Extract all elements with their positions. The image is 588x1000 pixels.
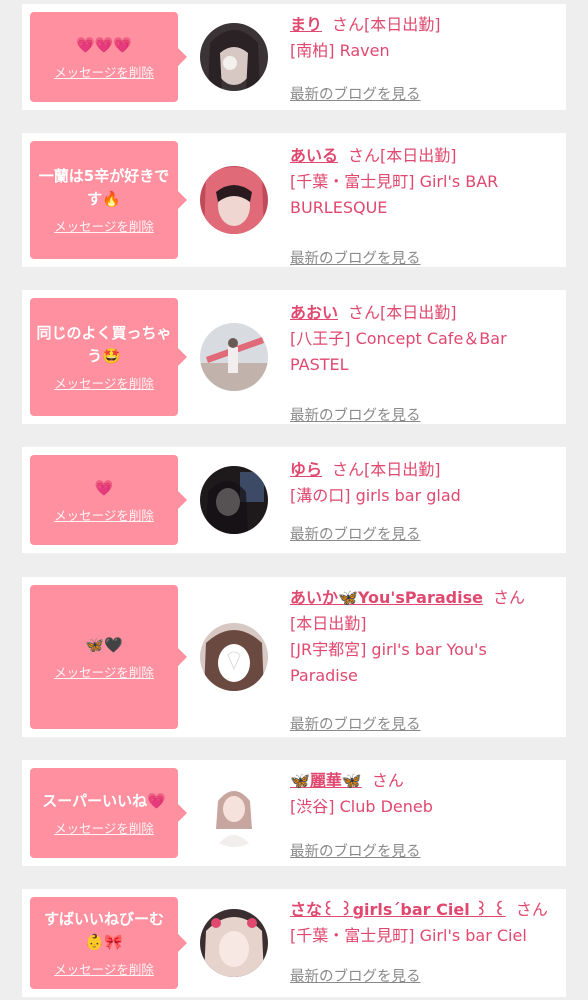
message-text: 💗💗💗: [75, 35, 133, 54]
message-card: すばいいねびーむ👶🎀 メッセージを削除 さな꒰ ꒱girls´bar Ciel …: [22, 889, 566, 997]
shop-name: [渋谷] Club Deneb: [290, 797, 433, 816]
cast-name-link[interactable]: まり: [290, 15, 322, 34]
message-bubble: 一蘭は5辛が好きです🔥 メッセージを削除: [30, 141, 187, 259]
message-card: 🦋🖤 メッセージを削除 あいか🦋You'sParadise さん [本日出勤] […: [22, 577, 566, 737]
latest-blog-link[interactable]: 最新のブログを見る: [290, 83, 421, 104]
latest-blog-link[interactable]: 最新のブログを見る: [290, 523, 421, 544]
message-card: スーパーいいね💗 メッセージを削除 🦋麗華🦋 さん [渋谷] Club Deneb…: [22, 760, 566, 866]
message-card: 同じのよく買っちゃう🤩 メッセージを削除 あおい さん[本日出勤] [八王子] C…: [22, 290, 566, 424]
avatar[interactable]: [200, 623, 268, 691]
cast-name-link[interactable]: あいか🦋You'sParadise: [290, 588, 483, 607]
avatar[interactable]: [200, 166, 268, 234]
cast-info: あいる さん[本日出勤] [千葉・富士見町] Girl's BAR BURLESQ…: [290, 143, 558, 267]
message-text: スーパーいいね💗: [42, 791, 166, 810]
latest-blog-link[interactable]: 最新のブログを見る: [290, 840, 421, 861]
latest-blog-link[interactable]: 最新のブログを見る: [290, 713, 421, 734]
honorific: さん: [348, 303, 381, 322]
message-text: 同じのよく買っちゃう🤩: [36, 324, 172, 365]
message-card: 💗 メッセージを削除 ゆら さん[本日出勤] [溝の口] girls bar gl…: [22, 447, 566, 553]
delete-message-link[interactable]: メッセージを削除: [54, 959, 154, 978]
message-bubble: 🦋🖤 メッセージを削除: [30, 585, 187, 729]
shop-name: [千葉・富士見町] Girl's BAR BURLESQUE: [290, 172, 499, 217]
latest-blog-link[interactable]: 最新のブログを見る: [290, 247, 421, 268]
message-card: 一蘭は5辛が好きです🔥 メッセージを削除 あいる さん[本日出勤] [千葉・富士見…: [22, 133, 566, 267]
message-bubble: 同じのよく買っちゃう🤩 メッセージを削除: [30, 298, 187, 416]
shop-name: [溝の口] girls bar glad: [290, 486, 461, 505]
attendance-status: [本日出勤]: [364, 15, 441, 34]
cast-name-link[interactable]: あいる: [290, 146, 338, 165]
attendance-status: [本日出勤]: [380, 303, 457, 322]
message-bubble: 💗 メッセージを削除: [30, 455, 187, 545]
latest-blog-link[interactable]: 最新のブログを見る: [290, 404, 421, 425]
honorific: さん: [492, 588, 525, 607]
shop-name: [南柏] Raven: [290, 41, 390, 60]
cast-name-link[interactable]: さな꒰ ꒱girls´bar Ciel ꒱ ꒰: [290, 900, 506, 919]
cast-info: まり さん[本日出勤] [南柏] Raven 最新のブログを見る: [290, 12, 558, 103]
cast-info: さな꒰ ꒱girls´bar Ciel ꒱ ꒰ さん [千葉・富士見町] Girl…: [290, 897, 558, 985]
delete-message-link[interactable]: メッセージを削除: [54, 62, 154, 81]
cast-info: ゆら さん[本日出勤] [溝の口] girls bar glad 最新のブログを見…: [290, 457, 558, 543]
attendance-status: [本日出勤]: [364, 460, 441, 479]
avatar[interactable]: [200, 779, 268, 847]
delete-message-link[interactable]: メッセージを削除: [54, 662, 154, 681]
shop-name: [JR宇都宮] girl's bar You's Paradise: [290, 640, 487, 685]
message-card: 💗💗💗 メッセージを削除 まり さん[本日出勤] [南柏] Raven 最新のブロ…: [22, 4, 566, 110]
message-list: 💗💗💗 メッセージを削除 まり さん[本日出勤] [南柏] Raven 最新のブロ…: [0, 0, 588, 1000]
avatar[interactable]: [200, 909, 268, 977]
attendance-status: [本日出勤]: [290, 614, 367, 633]
avatar[interactable]: [200, 466, 268, 534]
message-bubble: スーパーいいね💗 メッセージを削除: [30, 768, 187, 858]
delete-message-link[interactable]: メッセージを削除: [54, 216, 154, 235]
honorific: さん: [348, 146, 381, 165]
cast-name-link[interactable]: あおい: [290, 303, 338, 322]
latest-blog-link[interactable]: 最新のブログを見る: [290, 965, 421, 986]
message-bubble: すばいいねびーむ👶🎀 メッセージを削除: [30, 897, 187, 989]
cast-info: あおい さん[本日出勤] [八王子] Concept Cafe＆Bar PASTE…: [290, 300, 558, 424]
delete-message-link[interactable]: メッセージを削除: [54, 373, 154, 392]
honorific: さん: [515, 900, 548, 919]
shop-name: [八王子] Concept Cafe＆Bar PASTEL: [290, 329, 507, 374]
message-text: 一蘭は5辛が好きです🔥: [38, 167, 170, 208]
cast-name-link[interactable]: 🦋麗華🦋: [290, 771, 362, 790]
avatar[interactable]: [200, 323, 268, 391]
cast-info: あいか🦋You'sParadise さん [本日出勤] [JR宇都宮] girl'…: [290, 585, 558, 733]
honorific: さん: [371, 771, 404, 790]
message-bubble: 💗💗💗 メッセージを削除: [30, 12, 187, 102]
attendance-status: [本日出勤]: [380, 146, 457, 165]
message-text: 🦋🖤: [85, 635, 123, 654]
honorific: さん: [332, 15, 365, 34]
message-text: 💗: [94, 478, 114, 497]
honorific: さん: [332, 460, 365, 479]
delete-message-link[interactable]: メッセージを削除: [54, 505, 154, 524]
delete-message-link[interactable]: メッセージを削除: [54, 818, 154, 837]
shop-name: [千葉・富士見町] Girl's bar Ciel: [290, 926, 527, 945]
cast-info: 🦋麗華🦋 さん [渋谷] Club Deneb 最新のブログを見る: [290, 768, 558, 860]
avatar[interactable]: [200, 23, 268, 91]
cast-name-link[interactable]: ゆら: [290, 460, 322, 479]
message-text: すばいいねびーむ👶🎀: [43, 910, 164, 951]
